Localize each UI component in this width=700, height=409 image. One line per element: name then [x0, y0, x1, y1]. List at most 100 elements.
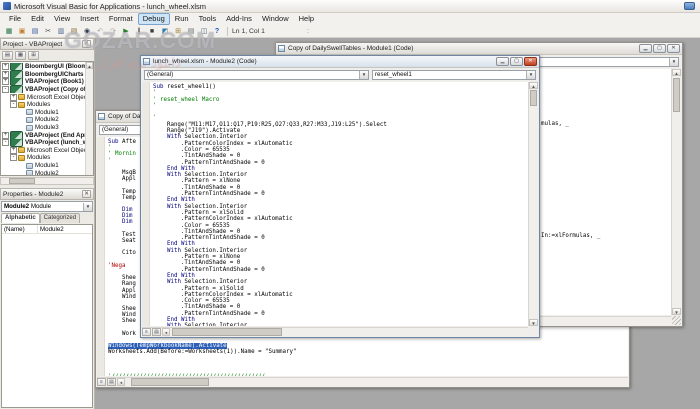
undo-icon[interactable]: ↶	[94, 26, 106, 37]
procedure-dropdown[interactable]: reset_wheel1 ▼	[372, 70, 536, 80]
collapse-icon[interactable]: -	[2, 86, 9, 93]
menu-help[interactable]: Help	[294, 13, 319, 25]
procedure-view-icon[interactable]: ≡	[142, 328, 151, 336]
tree-item[interactable]: Module1	[1, 162, 93, 170]
tree-horizontal-scrollbar[interactable]	[0, 177, 94, 185]
folder-icon	[18, 94, 25, 100]
close-button[interactable]: ✕	[524, 57, 537, 66]
project-explorer-icon[interactable]: ⊞	[172, 26, 184, 37]
menu-tools[interactable]: Tools	[194, 13, 222, 25]
procedure-view-icon[interactable]: ≡	[97, 378, 106, 386]
module-icon	[26, 117, 33, 123]
vertical-scrollbar[interactable]: ▲ ▼	[671, 69, 681, 315]
menu-addins[interactable]: Add-Ins	[221, 13, 257, 25]
menu-view[interactable]: View	[49, 13, 75, 25]
design-mode-icon[interactable]: ◩	[159, 26, 171, 37]
expand-icon[interactable]: +	[2, 78, 9, 85]
code-window-lunch-wheel[interactable]: lunch_wheel.xlsm - Module2 (Code) ▁ ▢ ✕ …	[140, 55, 540, 338]
resize-grip[interactable]	[672, 316, 681, 325]
collapse-icon[interactable]: -	[2, 139, 9, 146]
toggle-folders-button[interactable]: ⊞	[28, 51, 39, 60]
project-panel-header[interactable]: Project - VBAProject ✕	[0, 38, 94, 50]
tree-item[interactable]: +VBAProject (Book1)	[1, 78, 93, 86]
property-row[interactable]: (Name)Module2	[2, 225, 92, 234]
maximize-button[interactable]: ▢	[653, 44, 666, 53]
scroll-up-icon[interactable]: ▲	[672, 69, 681, 76]
scroll-left-icon[interactable]: ◂	[162, 328, 170, 336]
paste-icon[interactable]: ▧	[68, 26, 80, 37]
tree-item[interactable]: Module3	[1, 124, 93, 132]
scroll-down-icon[interactable]: ▼	[672, 308, 681, 315]
close-button[interactable]: ✕	[667, 44, 680, 53]
scroll-up-icon[interactable]: ▲	[86, 62, 93, 69]
menu-edit[interactable]: Edit	[26, 13, 49, 25]
cut-icon[interactable]: ✂	[42, 26, 54, 37]
object-dropdown[interactable]: (General) ▼	[144, 70, 369, 80]
menu-run[interactable]: Run	[170, 13, 194, 25]
collapse-icon[interactable]: -	[10, 101, 17, 108]
expand-icon[interactable]: +	[2, 71, 9, 78]
expand-icon[interactable]: +	[10, 147, 17, 154]
tree-item[interactable]: - Modules	[1, 154, 93, 162]
minimize-button[interactable]: ▁	[496, 57, 509, 66]
horizontal-scrollbar[interactable]: ≡ ▤ ◂	[97, 377, 628, 386]
close-icon[interactable]: ✕	[82, 40, 91, 48]
code-editor[interactable]: Sub reset_wheel1()'' reset_wheel Macro' …	[142, 82, 528, 326]
tree-item[interactable]: +VBAProject (End April 20	[1, 131, 93, 139]
close-icon[interactable]: ✕	[82, 190, 91, 198]
toolbar-grip[interactable]: ::	[307, 28, 309, 35]
tree-item[interactable]: +Microsoft Excel Objects	[1, 147, 93, 155]
break-icon[interactable]: ∥	[133, 26, 145, 37]
object-browser-icon[interactable]: ◫	[198, 26, 210, 37]
view-excel-icon[interactable]: ▦	[3, 26, 15, 37]
insert-userform-icon[interactable]: ▣	[16, 26, 28, 37]
scroll-left-icon[interactable]: ◂	[117, 378, 125, 386]
scroll-down-icon[interactable]: ▼	[529, 319, 538, 326]
minimize-button[interactable]: ▁	[639, 44, 652, 53]
properties-window-icon[interactable]: ▤	[185, 26, 197, 37]
tree-vertical-scrollbar[interactable]: ▲	[85, 62, 93, 175]
menu-debug[interactable]: Debug	[138, 13, 170, 25]
redo-icon[interactable]: ↷	[107, 26, 119, 37]
help-icon[interactable]: ?	[211, 26, 223, 37]
run-icon[interactable]: ▶	[120, 26, 132, 37]
titlebar-button[interactable]	[684, 2, 695, 10]
view-code-button[interactable]: ▤	[2, 51, 13, 60]
property-value[interactable]: Module2	[38, 225, 92, 233]
menu-window[interactable]: Window	[257, 13, 294, 25]
menu-insert[interactable]: Insert	[75, 13, 104, 25]
tree-item[interactable]: -VBAProject (Copy of Dai	[1, 86, 93, 94]
menu-file[interactable]: File	[4, 13, 26, 25]
maximize-button[interactable]: ▢	[510, 57, 523, 66]
tree-item[interactable]: Module2	[1, 169, 93, 176]
vertical-scrollbar[interactable]: ▲ ▼	[528, 82, 538, 326]
save-icon[interactable]: ▤	[29, 26, 41, 37]
tree-item[interactable]: -Modules	[1, 101, 93, 109]
middle-window-titlebar[interactable]: Copy of DailySwellTables - Module1 (Code…	[276, 43, 682, 55]
collapse-icon[interactable]: -	[10, 154, 17, 161]
tree-item[interactable]: -VBAProject (lunch_whe	[1, 139, 93, 147]
tree-item[interactable]: +BloombergUICharts (Blo	[1, 71, 93, 79]
reset-icon[interactable]: ■	[146, 26, 158, 37]
properties-object-dropdown[interactable]: Module2 Module ▼	[1, 201, 93, 212]
tab-categorized[interactable]: Categorized	[40, 213, 80, 223]
expand-icon[interactable]: +	[2, 63, 9, 70]
view-object-button[interactable]: ▦	[15, 51, 26, 60]
scroll-up-icon[interactable]: ▲	[529, 82, 538, 89]
tree-item[interactable]: Module2	[1, 116, 93, 124]
expand-icon[interactable]: +	[2, 132, 9, 139]
horizontal-scrollbar[interactable]: ≡ ▤ ◂	[142, 327, 528, 336]
copy-icon[interactable]: ▥	[55, 26, 67, 37]
menu-format[interactable]: Format	[104, 13, 138, 25]
tree-item[interactable]: Module1	[1, 109, 93, 117]
properties-panel-header[interactable]: Properties - Module2 ✕	[0, 188, 94, 200]
tree-item-label: Modules	[27, 154, 50, 161]
tab-alphabetic[interactable]: Alphabetic	[1, 213, 40, 223]
tree-item[interactable]: +BloombergUI (Bloombe	[1, 63, 93, 71]
full-module-view-icon[interactable]: ▤	[152, 328, 161, 336]
full-module-view-icon[interactable]: ▤	[107, 378, 116, 386]
find-icon[interactable]: ◉	[81, 26, 93, 37]
front-window-titlebar[interactable]: lunch_wheel.xlsm - Module2 (Code) ▁ ▢ ✕	[141, 56, 539, 68]
tree-item[interactable]: +Microsoft Excel Objects	[1, 93, 93, 101]
expand-icon[interactable]: +	[10, 94, 17, 101]
